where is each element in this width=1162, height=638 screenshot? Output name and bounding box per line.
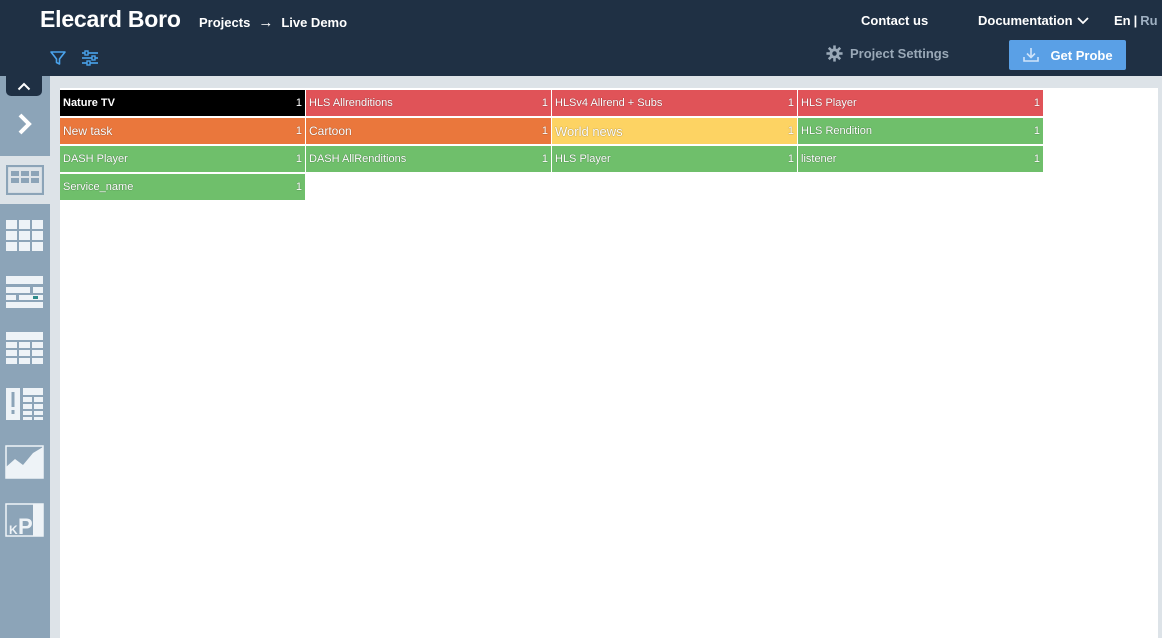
- svg-text:K: K: [9, 523, 18, 537]
- task-tile[interactable]: DASH Player 1: [60, 146, 305, 172]
- lang-en[interactable]: En: [1114, 13, 1131, 28]
- task-tile[interactable]: Cartoon 1: [306, 118, 551, 144]
- project-settings-label: Project Settings: [850, 46, 949, 61]
- rows-view-icon: [6, 276, 43, 308]
- task-name: Nature TV: [63, 97, 115, 109]
- left-sidebar: K P: [0, 76, 50, 638]
- breadcrumb-projects[interactable]: Projects: [199, 15, 250, 30]
- task-name: listener: [801, 153, 837, 165]
- task-name: HLS Player: [555, 153, 611, 165]
- sliders-icon[interactable]: [80, 49, 100, 67]
- language-switcher: En | Ru: [1114, 13, 1158, 28]
- chevron-right-icon: [18, 113, 32, 135]
- task-tile[interactable]: DASH AllRenditions 1: [306, 146, 551, 172]
- task-tile[interactable]: Service_name 1: [60, 174, 305, 200]
- chevron-up-icon: [17, 82, 31, 90]
- task-name: Cartoon: [309, 124, 352, 138]
- task-count: 1: [787, 97, 794, 109]
- lang-ru[interactable]: Ru: [1140, 13, 1157, 28]
- documentation-label: Documentation: [978, 13, 1073, 28]
- task-count: 1: [295, 125, 302, 137]
- breadcrumb: Projects → Live Demo: [199, 14, 347, 31]
- task-name: HLS Player: [801, 97, 857, 109]
- top-header: Elecard Boro Projects → Live Demo Contac…: [0, 0, 1162, 76]
- alerts-view-icon: [6, 388, 43, 420]
- kpi-view-icon: K P: [5, 503, 44, 537]
- table-view-button[interactable]: [0, 324, 50, 372]
- task-name: HLS Rendition: [801, 125, 872, 137]
- task-tile[interactable]: Nature TV 1: [60, 90, 305, 116]
- task-count: 1: [787, 125, 794, 137]
- get-probe-label: Get Probe: [1050, 47, 1113, 63]
- svg-text:P: P: [18, 514, 33, 537]
- rows-view-button[interactable]: [0, 268, 50, 316]
- filter-icon[interactable]: [49, 49, 67, 67]
- task-count: 1: [1033, 97, 1040, 109]
- grid-view-button[interactable]: [0, 212, 50, 260]
- task-count: 1: [541, 153, 548, 165]
- lang-separator: |: [1133, 13, 1138, 28]
- task-name: HLSv4 Allrend + Subs: [555, 97, 663, 109]
- task-count: 1: [295, 153, 302, 165]
- task-tile[interactable]: New task 1: [60, 118, 305, 144]
- breadcrumb-live-demo[interactable]: Live Demo: [281, 15, 347, 30]
- contact-us-link[interactable]: Contact us: [861, 13, 928, 28]
- brand-logo[interactable]: Elecard Boro: [40, 6, 181, 33]
- task-count: 1: [541, 125, 548, 137]
- task-count: 1: [295, 97, 302, 109]
- table-view-icon: [6, 332, 43, 364]
- tiles-view-button[interactable]: [0, 156, 50, 204]
- main-content: Nature TV 1 HLS Allrenditions 1 HLSv4 Allren…: [60, 88, 1158, 638]
- task-tile[interactable]: HLS Rendition 1: [798, 118, 1043, 144]
- task-name: World news: [555, 123, 623, 139]
- get-probe-button[interactable]: Get Probe: [1009, 40, 1126, 70]
- task-name: DASH AllRenditions: [309, 153, 407, 165]
- task-name: Service_name: [63, 181, 134, 193]
- task-tile[interactable]: World news 1: [552, 118, 797, 144]
- project-settings-button[interactable]: Project Settings: [826, 45, 949, 62]
- expand-sidebar-button[interactable]: [0, 102, 50, 146]
- task-count: 1: [1033, 153, 1040, 165]
- collapse-header-button[interactable]: [6, 76, 42, 96]
- grid-view-icon: [6, 220, 43, 251]
- task-tile[interactable]: HLSv4 Allrend + Subs 1: [552, 90, 797, 116]
- alerts-view-button[interactable]: [0, 380, 50, 428]
- task-count: 1: [541, 97, 548, 109]
- task-count: 1: [1033, 125, 1040, 137]
- task-tile[interactable]: listener 1: [798, 146, 1043, 172]
- chart-view-icon: [5, 445, 44, 479]
- task-tile[interactable]: HLS Player 1: [798, 90, 1043, 116]
- tiles-view-icon: [6, 165, 44, 195]
- documentation-menu[interactable]: Documentation: [978, 13, 1089, 28]
- task-name: HLS Allrenditions: [309, 97, 393, 109]
- task-tile[interactable]: HLS Allrenditions 1: [306, 90, 551, 116]
- task-name: DASH Player: [63, 153, 128, 165]
- task-tile[interactable]: HLS Player 1: [552, 146, 797, 172]
- gear-icon: [826, 45, 843, 62]
- breadcrumb-arrow-icon: →: [258, 14, 274, 31]
- task-name: New task: [63, 124, 113, 138]
- chevron-down-icon: [1076, 16, 1089, 24]
- task-count: 1: [787, 153, 794, 165]
- chart-view-button[interactable]: [0, 438, 50, 486]
- download-icon: [1023, 48, 1040, 62]
- kpi-view-button[interactable]: K P: [0, 496, 50, 544]
- task-count: 1: [295, 181, 302, 193]
